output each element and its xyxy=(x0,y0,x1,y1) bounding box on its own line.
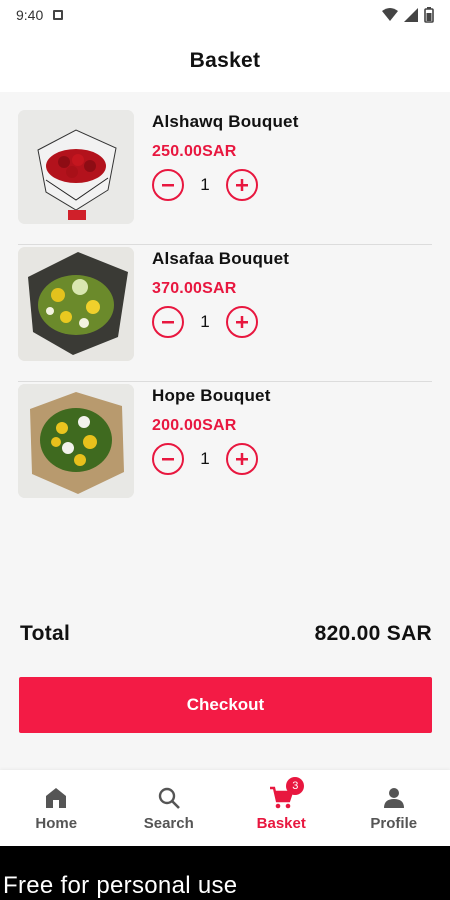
cart-badge: 3 xyxy=(286,776,305,795)
quantity-value: 1 xyxy=(200,175,210,194)
person-icon xyxy=(381,785,407,811)
basket-item: Alsafaa Bouquet 370.00SAR 1 xyxy=(18,245,432,382)
wifi-icon xyxy=(382,8,398,21)
minus-icon xyxy=(162,458,174,461)
status-time: 9:40 xyxy=(16,7,44,23)
quantity-stepper: 1 xyxy=(152,306,258,338)
basket-list: Alshawq Bouquet 250.00SAR 1 Alsafaa Bouq… xyxy=(18,108,432,519)
product-image xyxy=(18,384,134,498)
product-image xyxy=(18,247,134,361)
quantity-value: 1 xyxy=(200,312,210,331)
status-bar: 9:40 xyxy=(0,0,450,30)
increase-button[interactable] xyxy=(226,306,258,338)
product-name: Alsafaa Bouquet xyxy=(152,249,290,268)
plus-icon xyxy=(236,453,248,465)
nav-label-profile: Profile xyxy=(370,814,418,832)
decrease-button[interactable] xyxy=(152,306,184,338)
basket-item: Hope Bouquet 200.00SAR 1 xyxy=(18,382,432,519)
product-price: 250.00SAR xyxy=(152,143,237,160)
nav-item-basket[interactable]: 3 Basket xyxy=(225,770,338,846)
minus-icon xyxy=(162,184,174,187)
app-bar: Basket xyxy=(0,30,450,92)
plus-icon xyxy=(236,316,248,328)
home-icon xyxy=(43,785,69,811)
search-icon xyxy=(156,785,182,811)
notification-icon xyxy=(53,10,64,20)
cart-icon: 3 xyxy=(268,776,305,811)
product-price: 370.00SAR xyxy=(152,280,237,297)
increase-button[interactable] xyxy=(226,169,258,201)
quantity-stepper: 1 xyxy=(152,443,258,475)
page-title: Basket xyxy=(189,49,261,72)
status-icons xyxy=(382,7,434,23)
total-value: 820.00 SAR xyxy=(314,622,432,645)
minus-icon xyxy=(162,321,174,324)
product-image xyxy=(18,110,134,224)
decrease-button[interactable] xyxy=(152,169,184,201)
decrease-button[interactable] xyxy=(152,443,184,475)
nav-item-profile[interactable]: Profile xyxy=(338,770,450,846)
product-price: 200.00SAR xyxy=(152,417,237,434)
product-name: Alshawq Bouquet xyxy=(152,112,299,131)
quantity-stepper: 1 xyxy=(152,169,258,201)
checkout-button[interactable]: Checkout xyxy=(19,677,432,733)
watermark-banner: Free for personal use xyxy=(0,846,450,900)
quantity-value: 1 xyxy=(200,449,210,468)
increase-button[interactable] xyxy=(226,443,258,475)
signal-icon xyxy=(404,8,418,22)
nav-label-basket: Basket xyxy=(256,814,306,832)
total-label: Total xyxy=(20,622,71,645)
basket-item: Alshawq Bouquet 250.00SAR 1 xyxy=(18,108,432,245)
plus-icon xyxy=(236,179,248,191)
battery-icon xyxy=(424,7,434,23)
nav-item-search[interactable]: Search xyxy=(113,770,226,846)
nav-label-search: Search xyxy=(143,814,194,832)
bottom-nav: Home Search 3 Basket Profile xyxy=(0,770,450,846)
total-row: Total 820.00 SAR xyxy=(20,622,432,646)
nav-label-home: Home xyxy=(35,814,78,832)
product-name: Hope Bouquet xyxy=(152,386,271,405)
nav-item-home[interactable]: Home xyxy=(0,770,113,846)
